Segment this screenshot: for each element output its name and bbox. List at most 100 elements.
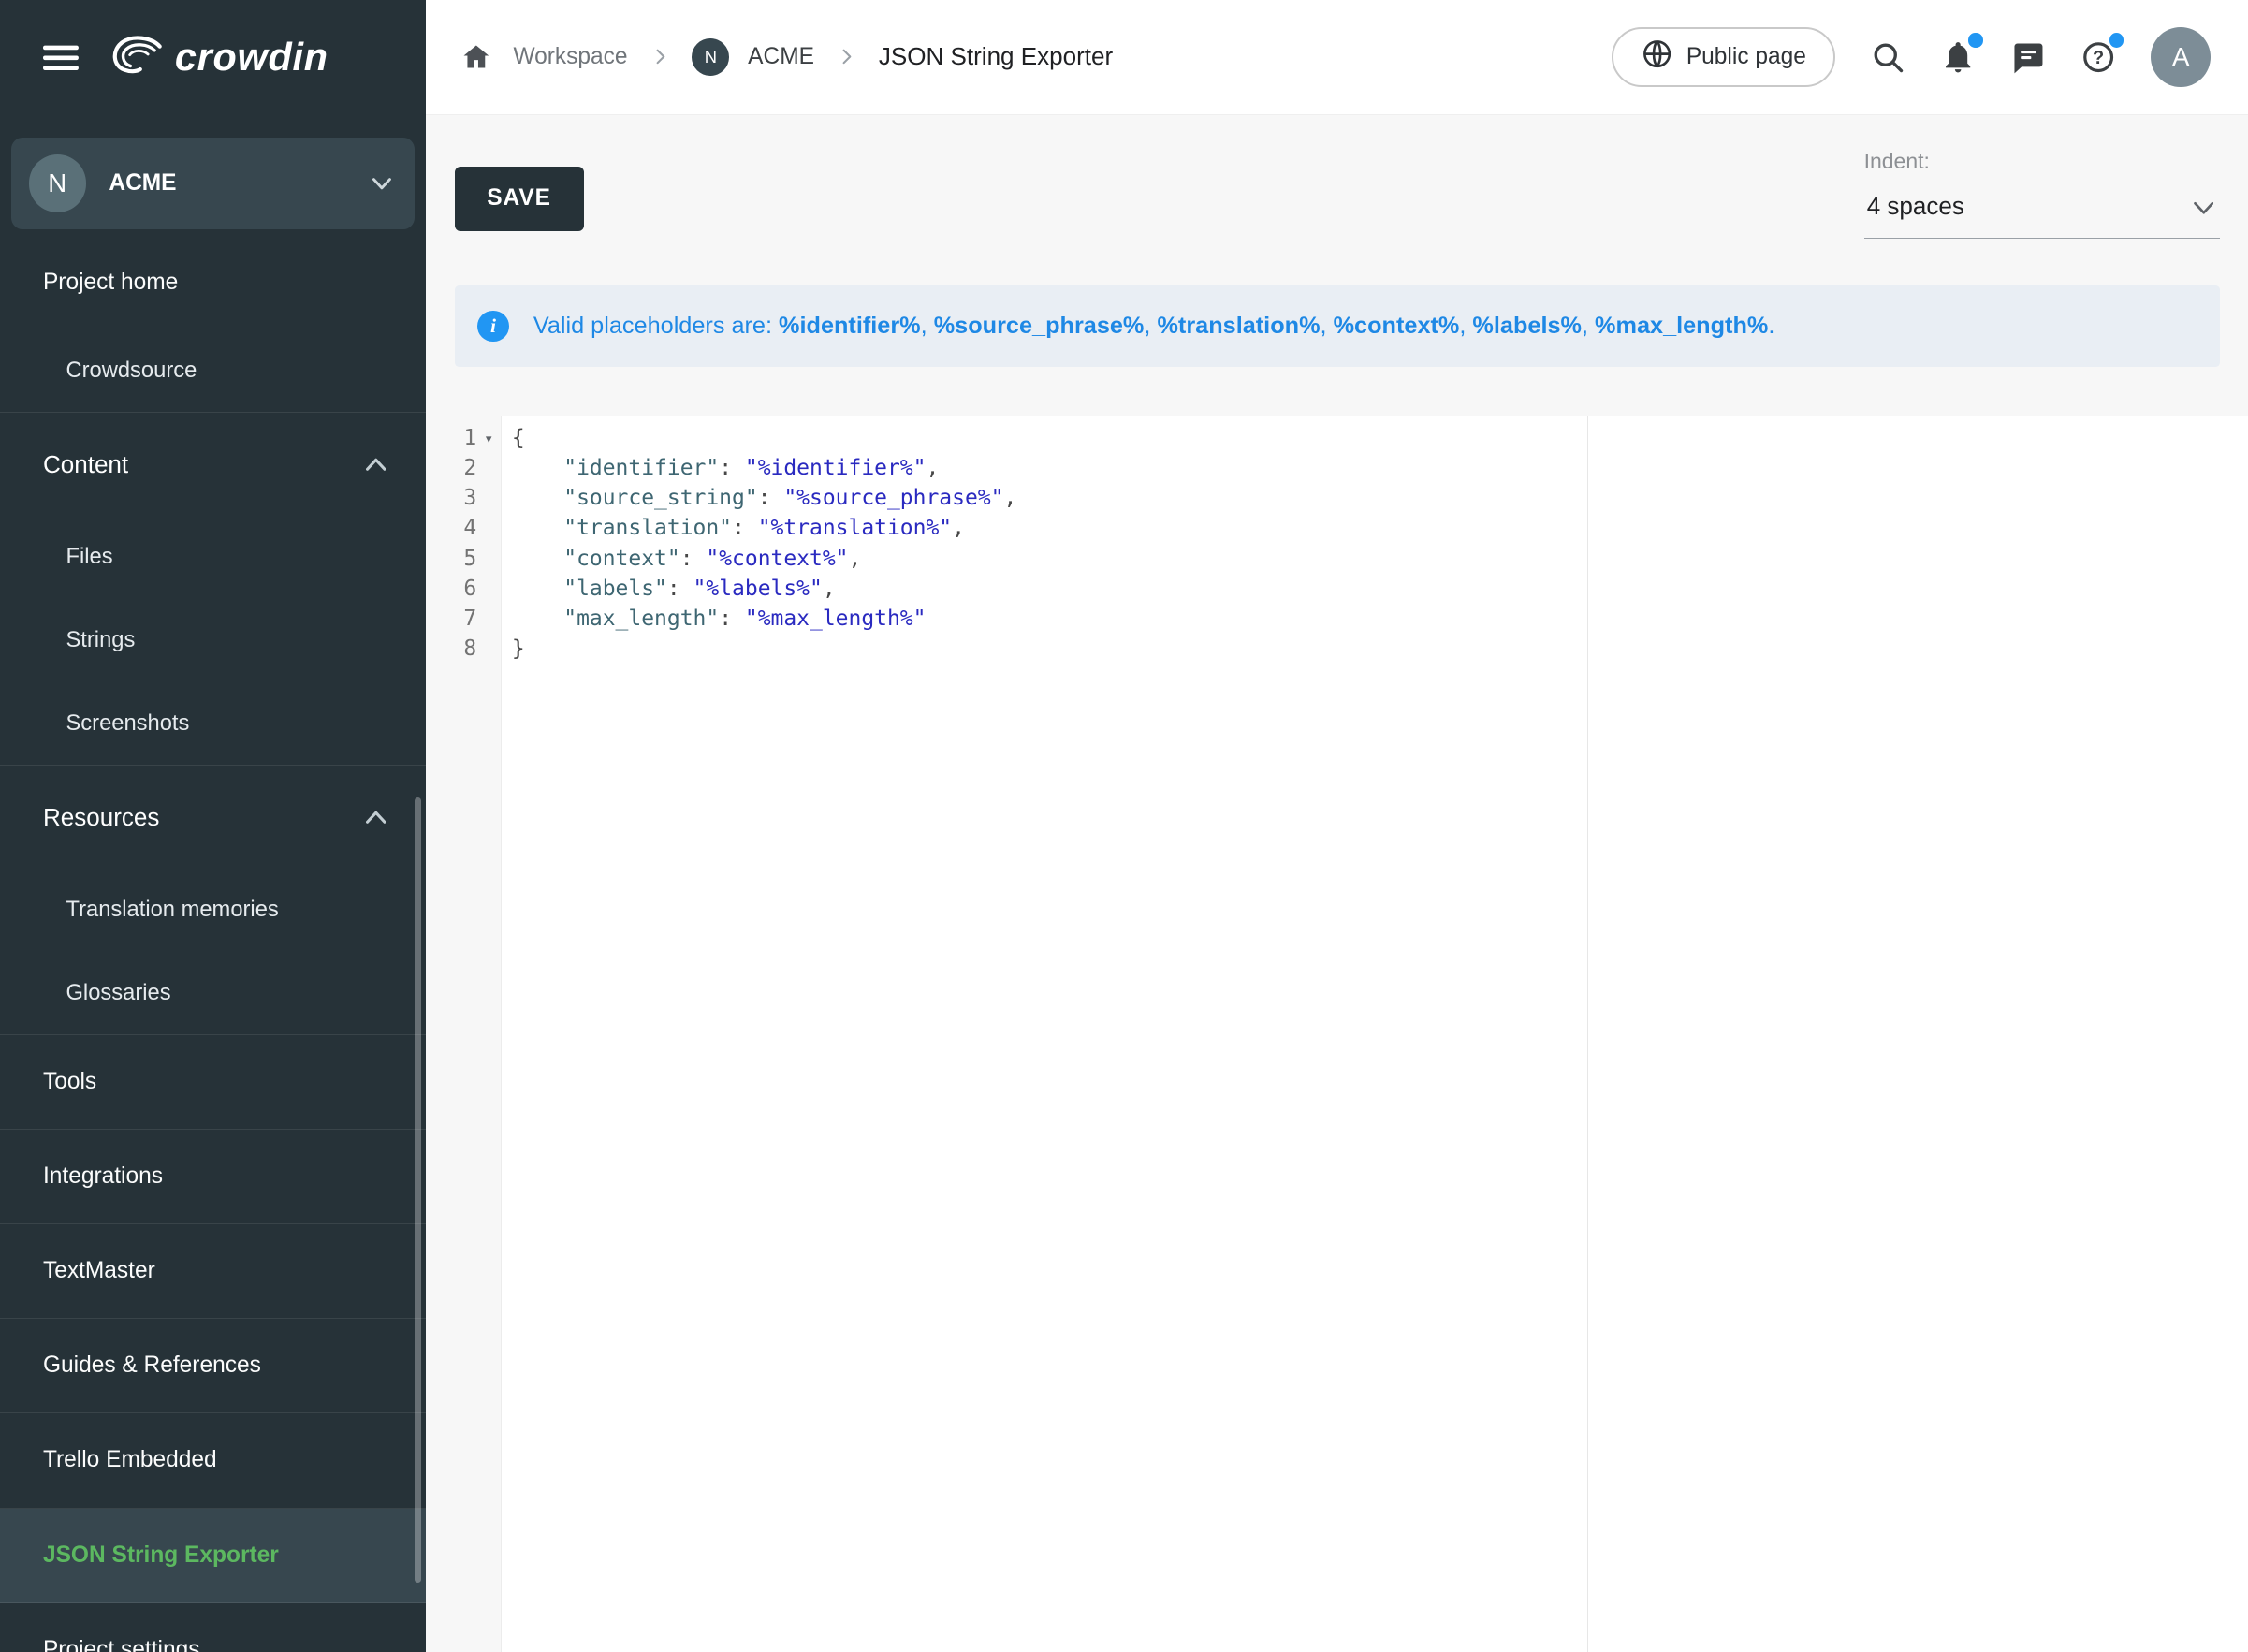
breadcrumb-page-title: JSON String Exporter <box>879 42 1113 71</box>
sidebar-item-label: Translation memories <box>66 898 278 923</box>
sidebar-item-project-home[interactable]: Project home <box>0 235 426 329</box>
sidebar-item-resources[interactable]: Resources <box>0 766 426 869</box>
code-line[interactable]: "labels": "%labels%", <box>512 574 2248 604</box>
help-notification-dot <box>2109 33 2124 47</box>
indent-label: Indent: <box>1864 149 2220 174</box>
crowdin-logo-text: crowdin <box>175 36 328 80</box>
sidebar-item-translation-memories[interactable]: Translation memories <box>0 869 426 952</box>
code-line[interactable]: "identifier": "%identifier%", <box>512 453 2248 483</box>
sidebar-item-project-settings[interactable]: Project settings <box>0 1603 426 1652</box>
sidebar-item-label: Guides & References <box>43 1352 261 1379</box>
chevron-down-icon <box>2194 192 2213 221</box>
sidebar-item-json-string-exporter[interactable]: JSON String Exporter <box>0 1509 426 1603</box>
globe-icon <box>1641 37 1673 77</box>
public-page-label: Public page <box>1686 44 1806 70</box>
indent-control: Indent: 4 spaces <box>1864 149 2220 239</box>
sidebar-item-label: Project settings <box>43 1637 200 1652</box>
editor-code-area[interactable]: { "identifier": "%identifier%", "source_… <box>502 416 2248 1652</box>
indent-selected-value: 4 spaces <box>1867 192 1964 221</box>
workspace-name: ACME <box>109 170 372 197</box>
line-number: 1▾ <box>426 423 501 453</box>
sidebar-item-label: Integrations <box>43 1163 163 1190</box>
sidebar-item-label: Trello Embedded <box>43 1447 217 1473</box>
sidebar-item-label: JSON String Exporter <box>43 1542 279 1569</box>
line-number: 4 <box>426 513 501 543</box>
line-number: 7 <box>426 604 501 634</box>
top-bar: Workspace N ACME JSON String Exporter <box>426 0 2248 115</box>
code-line[interactable]: "context": "%context%", <box>512 544 2248 574</box>
code-line[interactable]: "max_length": "%max_length%" <box>512 604 2248 634</box>
breadcrumb-org-label: ACME <box>748 44 814 70</box>
sidebar-item-crowdsource[interactable]: Crowdsource <box>0 329 426 413</box>
banner-text: Valid placeholders are: %identifier%, %s… <box>533 313 1775 340</box>
line-number: 8 <box>426 634 501 664</box>
placeholders-info-banner: i Valid placeholders are: %identifier%, … <box>455 285 2220 367</box>
sidebar-item-label: Glossaries <box>66 981 170 1006</box>
line-number: 5 <box>426 544 501 574</box>
breadcrumb-workspace[interactable]: Workspace <box>513 44 627 70</box>
code-line[interactable]: } <box>512 634 2248 664</box>
template-code-editor[interactable]: 1▾2345678 { "identifier": "%identifier%"… <box>426 416 2248 1652</box>
sidebar-header: crowdin <box>0 0 426 115</box>
sidebar-item-guides-references[interactable]: Guides & References <box>0 1319 426 1413</box>
org-avatar: N <box>692 38 729 76</box>
public-page-button[interactable]: Public page <box>1612 27 1835 87</box>
search-icon[interactable] <box>1870 39 1905 75</box>
sidebar-scrollbar[interactable] <box>415 797 422 1584</box>
crowdin-logo-mark-icon <box>108 33 165 82</box>
sidebar-item-label: Screenshots <box>66 711 189 737</box>
home-icon[interactable] <box>460 41 492 73</box>
code-line[interactable]: { <box>512 423 2248 453</box>
sidebar-item-label: Crowdsource <box>66 358 197 384</box>
save-button[interactable]: SAVE <box>455 167 584 231</box>
sidebar-item-textmaster[interactable]: TextMaster <box>0 1224 426 1319</box>
breadcrumb-org[interactable]: N ACME <box>692 38 814 76</box>
sidebar: crowdin N ACME Project home Crowdsource Co… <box>0 0 426 1652</box>
sidebar-item-label: Project home <box>43 270 178 296</box>
sidebar-item-label: Files <box>66 545 112 570</box>
code-line[interactable]: "source_string": "%source_phrase%", <box>512 483 2248 513</box>
line-number: 3 <box>426 483 501 513</box>
sidebar-item-screenshots[interactable]: Screenshots <box>0 682 426 766</box>
line-number: 2 <box>426 453 501 483</box>
chevron-up-icon <box>366 458 386 471</box>
info-icon: i <box>477 311 509 343</box>
sidebar-item-content[interactable]: Content <box>0 413 426 516</box>
app-window: crowdin N ACME Project home Crowdsource Co… <box>0 0 2248 1652</box>
editor-gutter: 1▾2345678 <box>426 416 502 1652</box>
messages-icon[interactable] <box>2010 39 2046 75</box>
chevron-down-icon <box>372 170 391 197</box>
chevron-right-icon <box>836 46 857 67</box>
fold-toggle-icon[interactable]: ▾ <box>476 431 501 446</box>
main-content: SAVE Indent: 4 spaces i Valid placeholde… <box>426 115 2248 1652</box>
user-avatar[interactable]: A <box>2151 27 2211 87</box>
indent-select[interactable]: 4 spaces <box>1864 192 2220 239</box>
toolbar: SAVE Indent: 4 spaces <box>426 115 2248 285</box>
sidebar-item-label: Tools <box>43 1069 96 1095</box>
sidebar-item-label: Content <box>43 450 128 479</box>
sidebar-item-tools[interactable]: Tools <box>0 1035 426 1130</box>
sidebar-item-trello-embedded[interactable]: Trello Embedded <box>0 1413 426 1508</box>
sidebar-item-strings[interactable]: Strings <box>0 599 426 682</box>
help-icon[interactable]: ? <box>2080 39 2116 75</box>
code-line[interactable]: "translation": "%translation%", <box>512 513 2248 543</box>
workspace-avatar: N <box>29 154 86 212</box>
svg-text:?: ? <box>2093 47 2104 67</box>
chevron-up-icon <box>366 811 386 824</box>
sidebar-item-label: Strings <box>66 628 135 653</box>
top-actions: Public page ? A <box>1612 27 2212 87</box>
notification-dot <box>1968 33 1982 47</box>
sidebar-item-files[interactable]: Files <box>0 516 426 599</box>
sidebar-item-integrations[interactable]: Integrations <box>0 1130 426 1224</box>
chevron-right-icon <box>650 46 671 67</box>
line-number: 6 <box>426 574 501 604</box>
notifications-bell-icon[interactable] <box>1940 39 1976 75</box>
hamburger-menu-icon[interactable] <box>43 38 81 77</box>
sidebar-item-glossaries[interactable]: Glossaries <box>0 952 426 1035</box>
workspace-selector[interactable]: N ACME <box>11 138 415 229</box>
breadcrumb: Workspace N ACME JSON String Exporter <box>460 38 1113 76</box>
crowdin-logo[interactable]: crowdin <box>108 33 328 82</box>
sidebar-item-label: TextMaster <box>43 1258 155 1284</box>
sidebar-item-label: Resources <box>43 803 159 832</box>
sidebar-menu: Project home Crowdsource Content Files Strin… <box>0 235 426 1652</box>
